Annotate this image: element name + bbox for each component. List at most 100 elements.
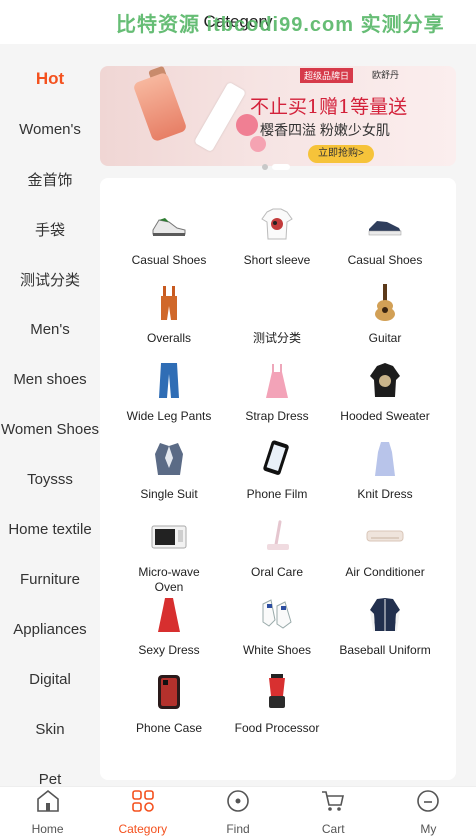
subcategory-item[interactable]: Wide Leg Pants xyxy=(115,360,223,438)
empty-thumbnail xyxy=(257,282,297,322)
subcategory-item[interactable]: Baseball Uniform xyxy=(331,594,439,672)
sidebar-item-skin[interactable]: Skin xyxy=(0,704,100,754)
guitar-icon xyxy=(365,282,405,322)
sidebar-item-3[interactable]: 手袋 xyxy=(0,204,100,254)
subcategory-item[interactable]: Oral Care xyxy=(223,516,331,594)
knit-dress-icon xyxy=(365,438,405,478)
subcategory-label: Baseball Uniform xyxy=(339,643,431,657)
overalls-icon xyxy=(149,282,189,322)
subcategory-item[interactable]: Micro-wave Oven xyxy=(115,516,223,594)
carousel-dot[interactable] xyxy=(262,164,268,170)
banner-badge: 超级品牌日 xyxy=(300,68,354,83)
bottom-tab-bar: Home Category Find Cart My xyxy=(0,786,476,836)
air-conditioner-icon xyxy=(365,516,405,556)
subcategory-label: Sexy Dress xyxy=(138,643,200,657)
tab-cart[interactable]: Cart xyxy=(286,787,381,836)
promo-banner[interactable]: 超级品牌日 欧舒丹 不止买1赠1等量送 樱香四溢 粉嫩少女肌 立即抢购> xyxy=(100,66,456,166)
sidebar-item-digital[interactable]: Digital xyxy=(0,654,100,704)
subcategory-label: Casual Shoes xyxy=(347,253,423,267)
subcategory-item[interactable]: White Shoes xyxy=(223,594,331,672)
subcategory-label: Phone Case xyxy=(135,721,203,735)
sidebar-item-pet[interactable]: Pet xyxy=(0,754,100,787)
tab-label: Home xyxy=(31,821,64,836)
perfume-bottle-image xyxy=(132,71,188,143)
subcategory-item[interactable]: Overalls xyxy=(115,282,223,360)
banner-headline: 不止买1赠1等量送 xyxy=(250,96,408,118)
subcategory-label: Food Processor xyxy=(234,721,320,735)
sidebar-item-women-s[interactable]: Women's xyxy=(0,104,100,154)
subcategory-item[interactable]: Strap Dress xyxy=(223,360,331,438)
user-icon xyxy=(415,788,441,819)
subcategory-panel: Casual Shoes Short sleeve Casual Shoes Over… xyxy=(100,178,456,780)
subcategory-item[interactable]: Short sleeve xyxy=(223,204,331,282)
subcategory-label: Guitar xyxy=(368,331,402,345)
subcategory-grid: Casual Shoes Short sleeve Casual Shoes Over… xyxy=(115,204,441,750)
tab-my[interactable]: My xyxy=(381,787,476,836)
tab-home[interactable]: Home xyxy=(0,787,95,836)
compass-icon xyxy=(225,788,251,819)
canvas-shoe-icon xyxy=(365,204,405,244)
sidebar-item-4[interactable]: 测试分类 xyxy=(0,254,100,304)
subcategory-item[interactable]: Sexy Dress xyxy=(115,594,223,672)
tab-label: Cart xyxy=(321,821,345,836)
sidebar-item-men-shoes[interactable]: Men shoes xyxy=(0,354,100,404)
tab-label: My xyxy=(420,821,437,836)
subcategory-label: Casual Shoes xyxy=(131,253,207,267)
subcategory-label: Air Conditioner xyxy=(345,565,425,579)
pants-icon xyxy=(149,360,189,400)
subcategory-label: Single Suit xyxy=(140,487,198,501)
subcategory-item[interactable]: 测试分类 xyxy=(223,282,331,360)
sidebar-item-women-shoes[interactable]: Women Shoes xyxy=(0,404,100,454)
microwave-icon xyxy=(149,516,189,556)
hoodie-icon xyxy=(365,360,405,400)
red-dress-icon xyxy=(149,594,189,634)
sidebar-item-appliances[interactable]: Appliances xyxy=(0,604,100,654)
subcategory-item[interactable]: Air Conditioner xyxy=(331,516,439,594)
tab-category[interactable]: Category xyxy=(95,787,190,836)
tab-label: Category xyxy=(118,821,168,836)
cart-icon xyxy=(320,788,346,819)
subcategory-item[interactable]: Food Processor xyxy=(223,672,331,750)
blender-icon xyxy=(257,672,297,712)
subcategory-label: Oral Care xyxy=(250,565,303,579)
subcategory-label: Overalls xyxy=(146,331,191,345)
subcategory-item[interactable]: Knit Dress xyxy=(331,438,439,516)
subcategory-item[interactable]: Phone Film xyxy=(223,438,331,516)
subcategory-item[interactable]: Casual Shoes xyxy=(115,204,223,282)
subcategory-item[interactable]: Single Suit xyxy=(115,438,223,516)
banner-buy-button[interactable]: 立即抢购> xyxy=(308,145,374,163)
banner-brand: 欧舒丹 xyxy=(372,70,400,80)
strap-dress-icon xyxy=(257,360,297,400)
tab-find[interactable]: Find xyxy=(190,787,285,836)
white-shoes-icon xyxy=(257,594,297,634)
subcategory-label: Knit Dress xyxy=(357,487,413,501)
phone-film-icon xyxy=(257,438,297,478)
sidebar-item-toysss[interactable]: Toysss xyxy=(0,454,100,504)
subcategory-label: Strap Dress xyxy=(245,409,309,423)
sidebar-item-furniture[interactable]: Furniture xyxy=(0,554,100,604)
carousel-dot-active[interactable] xyxy=(272,164,290,170)
category-sidebar[interactable]: Hot Women's 金首饰 手袋 测试分类 Men's Men shoes Women S… xyxy=(0,54,100,786)
subcategory-item[interactable]: Hooded Sweater xyxy=(331,360,439,438)
suit-icon xyxy=(149,438,189,478)
phone-case-icon xyxy=(149,672,189,712)
subcategory-item[interactable]: Guitar xyxy=(331,282,439,360)
home-icon xyxy=(35,788,61,819)
subcategory-label: 测试分类 xyxy=(252,331,301,345)
sidebar-item-hot[interactable]: Hot xyxy=(0,54,100,104)
category-icon xyxy=(130,788,156,819)
subcategory-label: Short sleeve xyxy=(243,253,311,267)
banner-subline: 樱香四溢 粉嫩少女肌 xyxy=(260,122,390,138)
top-bar: Category 比特资源 itbcodi99.com 实测分享 xyxy=(0,0,476,44)
subcategory-item[interactable]: Phone Case xyxy=(115,672,223,750)
subcategory-label: Phone Film xyxy=(246,487,308,501)
jacket-icon xyxy=(365,594,405,634)
watermark: 比特资源 itbcodi99.com 实测分享 xyxy=(116,14,445,36)
sidebar-item-2[interactable]: 金首饰 xyxy=(0,154,100,204)
sidebar-item-home-textile[interactable]: Home textile xyxy=(0,504,100,554)
sidebar-item-men-s[interactable]: Men's xyxy=(0,304,100,354)
tab-label: Find xyxy=(226,821,250,836)
subcategory-item[interactable]: Casual Shoes xyxy=(331,204,439,282)
subcategory-label: Hooded Sweater xyxy=(340,409,430,423)
subcategory-label: White Shoes xyxy=(242,643,312,657)
